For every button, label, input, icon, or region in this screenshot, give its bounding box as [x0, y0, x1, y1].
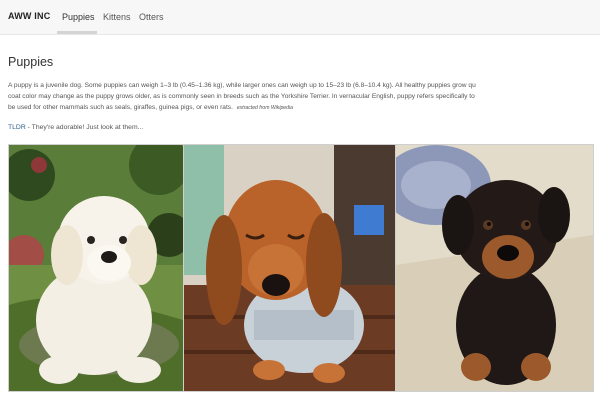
active-tab-indicator — [57, 31, 97, 34]
source-note: extracted from Wikipedia — [236, 105, 293, 111]
brand-logo[interactable]: AWW INC — [8, 11, 50, 21]
tldr-line: TLDR - They're adorable! Just look at th… — [8, 124, 143, 131]
white-puppy-illustration — [9, 145, 183, 391]
paragraph-line-text: be used for other mammals such as seals,… — [8, 104, 233, 111]
photo-rottweiler-puppy[interactable] — [395, 144, 594, 392]
paragraph-line: coat color may change as the puppy grows… — [8, 93, 475, 100]
tldr-text: - They're adorable! Just look at them... — [25, 124, 144, 131]
photo-dachshund-puppy[interactable] — [183, 144, 396, 392]
photo-white-puppy[interactable] — [8, 144, 184, 392]
dachshund-puppy-illustration — [184, 145, 395, 391]
paragraph-line: A puppy is a juvenile dog. Some puppies … — [8, 82, 476, 89]
article-paragraph: A puppy is a juvenile dog. Some puppies … — [8, 80, 600, 114]
rottweiler-puppy-illustration — [396, 145, 593, 391]
page-title: Puppies — [8, 55, 54, 69]
nav-tab-puppies[interactable]: Puppies — [62, 12, 95, 22]
nav-tab-kittens[interactable]: Kittens — [103, 12, 131, 22]
paragraph-line: be used for other mammals such as seals,… — [8, 102, 600, 114]
tldr-label[interactable]: TLDR — [8, 124, 26, 131]
top-navbar: AWW INC Puppies Kittens Otters — [0, 0, 600, 35]
nav-tab-otters[interactable]: Otters — [139, 12, 164, 22]
